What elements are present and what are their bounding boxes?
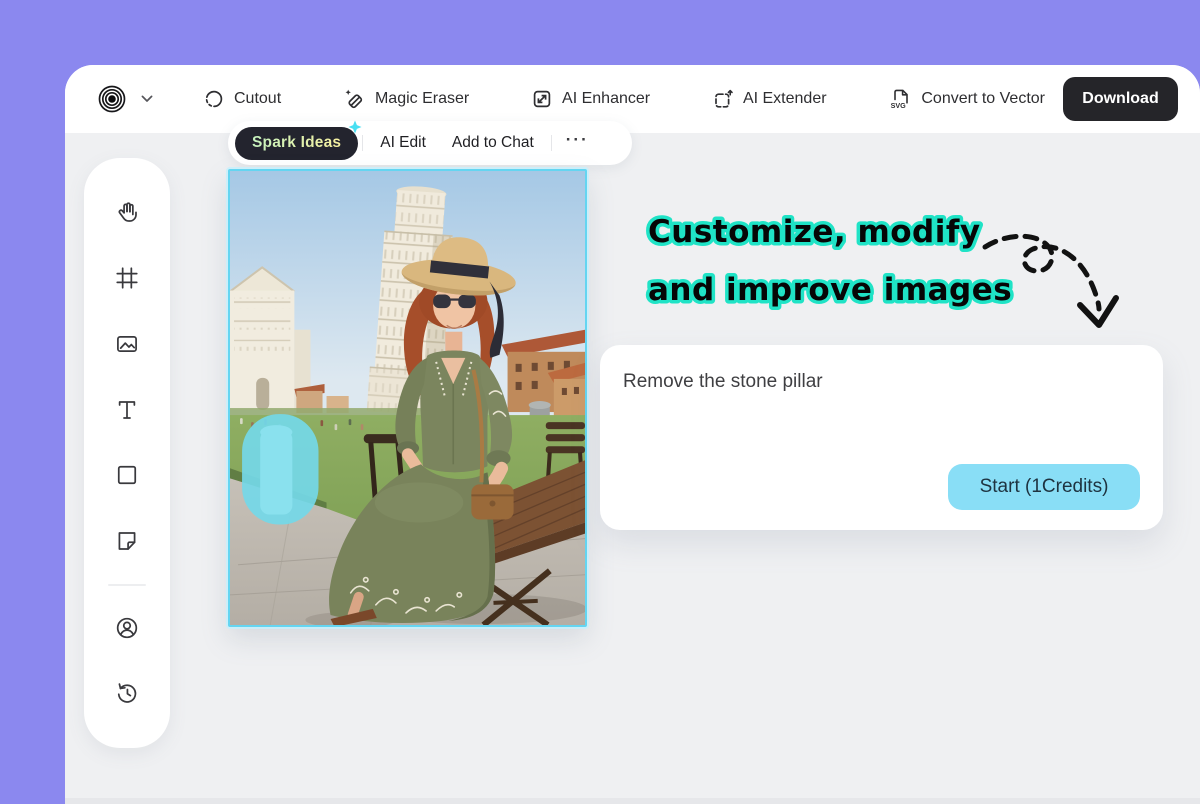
arrow-doodle-icon	[977, 225, 1127, 340]
cutout-button[interactable]: Cutout	[203, 88, 281, 110]
hero-headline: Customize, modify and improve images	[642, 194, 1182, 334]
photo-scene	[230, 171, 585, 625]
history-button[interactable]	[104, 671, 150, 715]
ai-extender-button[interactable]: AI Extender	[712, 88, 827, 110]
prompt-card: Remove the stone pillar Start (1Credits)	[600, 345, 1163, 530]
start-button[interactable]: Start (1Credits)	[948, 464, 1140, 510]
left-toolbar	[84, 158, 170, 748]
app-logo-icon	[95, 82, 129, 116]
spark-ideas-label: Spark Ideas	[252, 134, 341, 152]
crop-tool-button[interactable]	[104, 257, 150, 301]
more-options-button[interactable]: ···	[556, 130, 595, 156]
pan-tool-button[interactable]	[104, 191, 150, 235]
canvas-toolbar: Spark Ideas AI Edit Add to Chat ···	[228, 121, 632, 165]
ai-enhancer-icon	[531, 88, 553, 110]
app-window: Cutout Magic Eraser	[65, 65, 1200, 804]
image-icon	[114, 331, 140, 357]
svg-icon-text: SVG	[891, 101, 907, 110]
square-shape-icon	[114, 462, 140, 488]
notes-tool-button[interactable]	[104, 519, 150, 563]
sidebar-divider	[108, 584, 146, 586]
text-tool-button[interactable]	[104, 388, 150, 432]
download-button[interactable]: Download	[1063, 77, 1178, 121]
topbar: Cutout Magic Eraser	[65, 65, 1200, 133]
magic-eraser-label: Magic Eraser	[375, 90, 469, 108]
convert-to-vector-icon: SVG	[888, 87, 912, 111]
user-circle-icon	[114, 615, 140, 641]
shape-tool-button[interactable]	[104, 454, 150, 498]
image-tool-button[interactable]	[104, 322, 150, 366]
spark-ideas-button[interactable]: Spark Ideas	[235, 127, 358, 160]
bottom-edge	[65, 798, 1200, 804]
hand-icon	[114, 200, 140, 226]
magic-eraser-icon	[343, 88, 366, 111]
profile-button[interactable]	[104, 606, 150, 650]
crop-frame-icon	[114, 265, 140, 291]
tab-divider	[551, 135, 552, 151]
add-to-chat-tab[interactable]: Add to Chat	[439, 134, 547, 152]
hero-line-1: Customize, modify	[648, 214, 981, 250]
magic-eraser-button[interactable]: Magic Eraser	[343, 88, 469, 111]
sticky-note-icon	[114, 528, 140, 554]
sparkle-icon	[345, 119, 365, 139]
ai-enhancer-label: AI Enhancer	[562, 90, 650, 108]
ai-edit-tab[interactable]: AI Edit	[367, 134, 439, 152]
convert-to-vector-label: Convert to Vector	[921, 90, 1045, 108]
ai-enhancer-button[interactable]: AI Enhancer	[531, 88, 650, 110]
chevron-down-icon	[141, 95, 153, 103]
canvas-image[interactable]	[228, 169, 587, 627]
text-icon	[114, 397, 140, 423]
history-icon	[114, 680, 140, 706]
prompt-input[interactable]: Remove the stone pillar	[623, 371, 1140, 393]
cutout-label: Cutout	[234, 90, 281, 108]
ai-extender-label: AI Extender	[743, 90, 827, 108]
ai-extender-icon	[712, 88, 734, 110]
convert-to-vector-button[interactable]: SVG Convert to Vector	[888, 87, 1045, 111]
app-menu-button[interactable]	[95, 65, 153, 133]
cutout-icon	[203, 88, 225, 110]
selection-mask[interactable]	[242, 414, 318, 524]
hero-line-2: and improve images	[648, 272, 1012, 308]
